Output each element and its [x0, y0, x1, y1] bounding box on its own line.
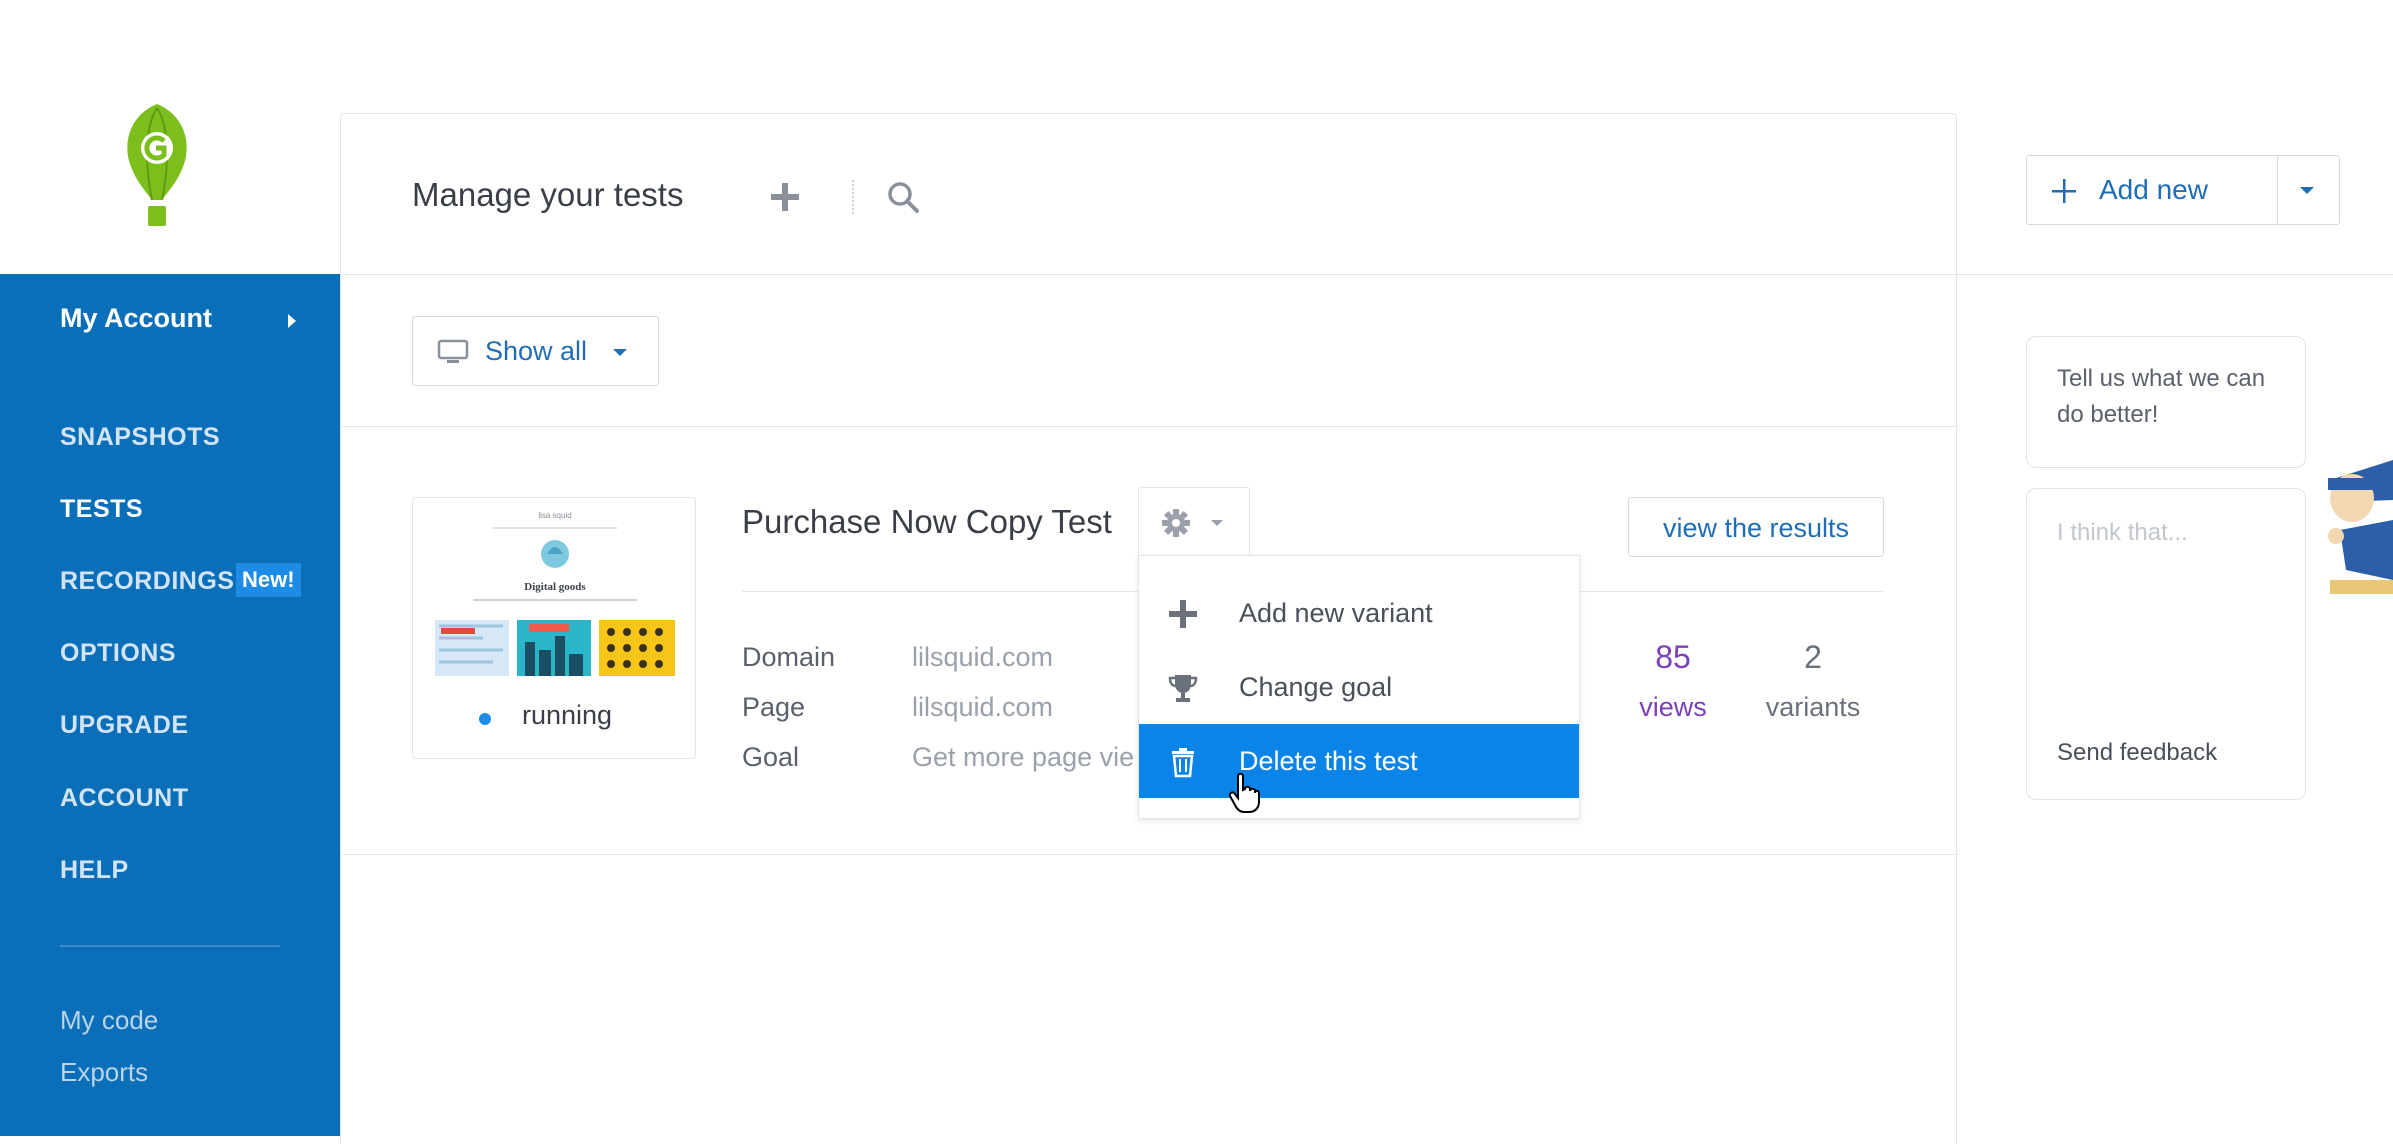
sidebar-item-upgrade[interactable]: UPGRADE: [60, 711, 189, 740]
trophy-icon: [1168, 675, 1198, 702]
plus-icon[interactable]: [768, 180, 802, 214]
view-results-button[interactable]: view the results: [1628, 497, 1884, 557]
sidebar-item-options[interactable]: OPTIONS: [60, 639, 176, 668]
sidebar-link-my-code[interactable]: My code: [60, 1005, 158, 1036]
domain-label: Domain: [742, 642, 836, 672]
show-all-label: Show all: [485, 336, 588, 366]
variants-count: 2: [1804, 639, 1822, 675]
add-new-label: Add new: [2099, 174, 2208, 205]
monitor-icon: [437, 339, 469, 363]
hand-cursor-icon: [1228, 772, 1260, 813]
page-label: Page: [742, 692, 806, 722]
test-options-menu: Add new variant Change goal Delete this …: [1138, 555, 1580, 819]
sidebar-item-tests[interactable]: TESTS: [60, 495, 143, 524]
add-new-button[interactable]: Add new: [2026, 155, 2340, 225]
menu-item-add-variant[interactable]: Add new variant: [1139, 576, 1579, 650]
new-badge: New!: [236, 563, 301, 597]
send-feedback-button[interactable]: Send feedback: [2057, 739, 2217, 767]
filter-divider: [340, 426, 1956, 427]
row-divider: [340, 854, 1956, 855]
header-separator: [852, 180, 854, 214]
test-title[interactable]: Purchase Now Copy Test: [742, 503, 1112, 541]
page-title: Manage your tests: [412, 176, 684, 213]
show-all-dropdown[interactable]: Show all: [412, 316, 659, 386]
thumb-headline: Digital goods: [524, 581, 586, 593]
test-settings-button[interactable]: [1138, 487, 1250, 556]
menu-item-label: Delete this test: [1239, 746, 1418, 776]
test-status: running: [522, 700, 613, 730]
logo-area: [0, 0, 340, 274]
sidebar-link-exports[interactable]: Exports: [60, 1057, 148, 1088]
goal-value: Get more page vie: [912, 742, 1135, 772]
header-divider: [340, 274, 1956, 275]
feedback-prompt: Tell us what we can do better!: [2057, 365, 2266, 428]
right-divider: [1956, 274, 2393, 275]
sidebar-item-help[interactable]: HELP: [60, 856, 129, 885]
gear-icon: [1162, 509, 1190, 537]
split-divider: [2277, 156, 2278, 224]
search-icon[interactable]: [886, 180, 920, 214]
sidebar-item-account[interactable]: ACCOUNT: [60, 784, 189, 813]
my-account-link[interactable]: My Account: [60, 303, 212, 334]
balloon-logo-icon: [127, 104, 187, 226]
plus-icon: [1169, 600, 1197, 628]
chevron-right-icon: [288, 314, 296, 328]
sidebar-divider: [60, 945, 280, 947]
views-label: views: [1639, 692, 1707, 722]
goal-label: Goal: [742, 742, 800, 772]
menu-item-label: Add new variant: [1239, 598, 1433, 628]
feedback-placeholder: I think that...: [2057, 519, 2188, 546]
goal-value-clip: Get more page vie: [912, 740, 1140, 780]
sidebar: [0, 274, 340, 1136]
page-value: lilsquid.com: [912, 692, 1054, 722]
menu-item-label: Change goal: [1239, 672, 1393, 702]
variants-label: variants: [1765, 692, 1861, 722]
feedback-textarea[interactable]: I think that... Send feedback: [2026, 488, 2306, 800]
views-count: 85: [1655, 639, 1691, 675]
caret-down-icon: [613, 349, 627, 356]
page-thumbnail-image: lisa squid Digital goods: [435, 511, 675, 676]
caret-down-icon: [1211, 520, 1223, 526]
menu-item-change-goal[interactable]: Change goal: [1139, 650, 1579, 724]
thumb-brand: lisa squid: [538, 511, 571, 520]
mascot-pilot-icon: [2328, 460, 2393, 594]
view-results-label: view the results: [1662, 513, 1850, 543]
menu-item-delete-test[interactable]: Delete this test: [1139, 724, 1579, 798]
status-dot: [479, 713, 491, 725]
plus-icon: [2052, 179, 2076, 203]
sidebar-item-recordings[interactable]: RECORDINGS: [60, 567, 234, 596]
feedback-prompt-bubble: Tell us what we can do better!: [2026, 336, 2306, 468]
trash-icon: [1172, 748, 1194, 778]
sidebar-item-snapshots[interactable]: SNAPSHOTS: [60, 423, 220, 452]
domain-value: lilsquid.com: [912, 642, 1054, 672]
caret-down-icon[interactable]: [2300, 187, 2314, 194]
